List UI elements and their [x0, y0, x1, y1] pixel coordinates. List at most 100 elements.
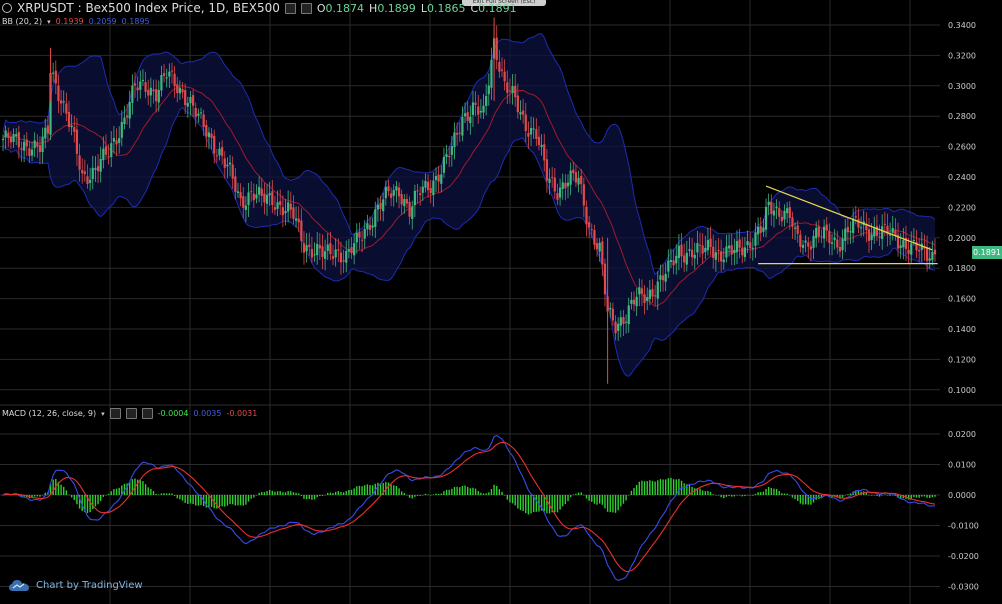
eye-icon[interactable] [109, 408, 121, 419]
candle-body [379, 202, 382, 209]
macd-histogram-bar [694, 488, 696, 495]
macd-label[interactable]: MACD (12, 26, close, 9) [2, 409, 96, 418]
candle-body [799, 234, 802, 247]
candle-body [202, 114, 205, 128]
candle-body [519, 112, 522, 115]
candle-body [516, 95, 519, 113]
macd-histogram-bar [290, 491, 292, 495]
candle-body [775, 206, 778, 209]
macd-histogram-bar [527, 495, 530, 515]
candle-body [572, 169, 575, 174]
macd-histogram-bar [477, 491, 479, 495]
tradingview-brand[interactable]: Chart by TradingView [8, 578, 143, 592]
candle-body [131, 85, 134, 103]
candle-body [809, 246, 813, 250]
candle-body [741, 247, 744, 256]
candle-body [41, 136, 44, 153]
macd-histogram-bar [604, 495, 606, 509]
macd-histogram-bar [350, 489, 353, 495]
macd-histogram-bar [287, 491, 289, 495]
candle-body [685, 252, 688, 265]
macd-histogram-bar [466, 487, 469, 495]
macd-histogram-bar [464, 485, 466, 495]
price-tick-label: 0.2000 [948, 234, 976, 243]
macd-histogram-bar [36, 495, 39, 497]
macd-histogram-bar [332, 493, 334, 495]
close-icon[interactable] [300, 2, 312, 14]
chevron-down-icon[interactable]: ▾ [101, 410, 105, 418]
settings-icon[interactable] [284, 2, 296, 14]
candle-body [445, 154, 448, 157]
macd-histogram-bar [509, 495, 511, 503]
candle-body [426, 181, 430, 191]
settings-icon[interactable] [125, 408, 137, 419]
candle-body [168, 71, 171, 77]
candle-body [289, 203, 292, 210]
candle-body [751, 247, 754, 249]
candle-body [390, 193, 393, 198]
candle-body [23, 141, 26, 151]
candle-body [646, 297, 649, 302]
macd-histogram-bar [181, 495, 184, 501]
macd-histogram-bar [416, 495, 419, 496]
candle-body [696, 243, 699, 253]
chevron-down-icon[interactable]: ▾ [47, 18, 51, 26]
macd-histogram-bar [638, 481, 640, 495]
candle-body [176, 84, 179, 94]
candle-body [4, 130, 7, 138]
candle-body [485, 95, 488, 106]
macd-histogram-bar [873, 495, 875, 496]
symbol-title[interactable]: XRPUSDT : Bex500 Index Price, 1D, BEX500 [17, 1, 280, 15]
candle-body [907, 249, 910, 254]
candle-body [231, 164, 234, 179]
candle-body [36, 142, 39, 147]
macd-histogram-bar [562, 495, 564, 507]
macd-histogram-bar [150, 488, 152, 495]
macd-histogram-bar [635, 484, 638, 495]
candle-body [326, 244, 329, 251]
candle-body [471, 102, 475, 115]
candle-body [218, 148, 221, 156]
candle-body [812, 236, 815, 248]
macd-histogram-bar [242, 495, 244, 506]
macd-histogram-bar [147, 487, 149, 495]
candle-body [466, 112, 469, 121]
candle-body [807, 242, 810, 247]
bb-label[interactable]: BB (20, 2) [2, 17, 42, 26]
close-icon[interactable] [141, 408, 153, 419]
candle-body [376, 204, 380, 210]
candle-body [680, 244, 683, 257]
macd-histogram-bar [224, 495, 226, 507]
candle-body [857, 218, 860, 228]
candle-body [115, 140, 118, 145]
macd-histogram-bar [92, 495, 94, 510]
macd-histogram-bar [554, 495, 556, 513]
candle-body [910, 243, 913, 255]
macd-tick-label: -0.0100 [948, 522, 979, 531]
macd-histogram-bar [231, 495, 234, 505]
candle-body [419, 193, 422, 196]
macd-histogram-bar [110, 491, 112, 495]
candle-body [186, 103, 189, 107]
price-chart[interactable]: 0.3400 0.3200 0.3000 0.2800 0.2600 0.2400 0.22… [0, 0, 1002, 604]
candle-body [754, 232, 757, 246]
low-value: 0.1865 [426, 1, 466, 15]
candle-body [500, 69, 504, 71]
candle-body [558, 187, 562, 198]
brand-text[interactable]: Chart by TradingView [36, 580, 143, 591]
macd-histogram-bar [889, 495, 891, 496]
candle-body [7, 132, 10, 138]
candle-body [207, 132, 211, 138]
candle-body [28, 148, 31, 156]
macd-histogram-bar [456, 486, 458, 495]
candle-body [89, 179, 92, 183]
candle-body [205, 124, 208, 137]
macd-histogram-bar [667, 478, 670, 495]
macd-histogram-bar [501, 491, 503, 495]
macd-histogram-bar [651, 480, 654, 495]
macd-histogram-bar [672, 479, 675, 495]
candle-body [656, 281, 659, 299]
macd-tick-label: -0.0300 [948, 583, 979, 592]
candle-body [96, 166, 100, 172]
candle-body [778, 208, 781, 217]
